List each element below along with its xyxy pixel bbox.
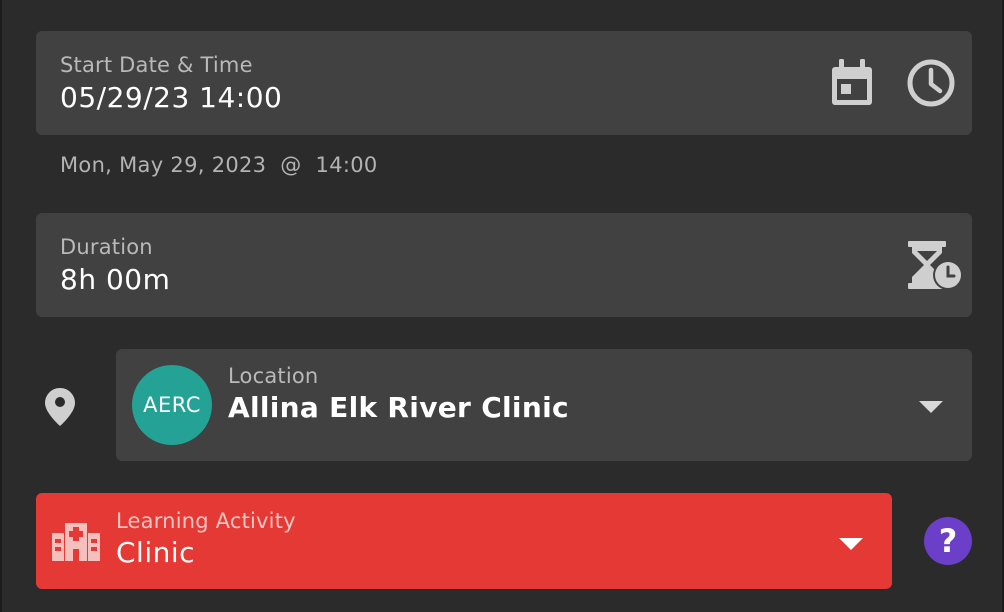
learning-activity-label: Learning Activity bbox=[116, 509, 296, 533]
location-avatar: AERC bbox=[132, 365, 212, 445]
start-datetime-value: 05/29/23 14:00 bbox=[60, 81, 283, 114]
learning-activity-field[interactable]: Learning Activity Clinic bbox=[36, 493, 892, 589]
duration-field[interactable]: Duration 8h 00m bbox=[36, 213, 972, 317]
learning-activity-value: Clinic bbox=[116, 536, 196, 569]
start-datetime-helper: Mon, May 29, 2023 @ 14:00 bbox=[60, 153, 378, 177]
calendar-icon[interactable] bbox=[830, 59, 874, 107]
help-button[interactable]: ? bbox=[924, 517, 972, 565]
location-pin-icon bbox=[45, 388, 75, 426]
hourglass-clock-icon[interactable] bbox=[906, 239, 964, 291]
location-field[interactable]: AERC Location Allina Elk River Clinic bbox=[116, 349, 972, 461]
hospital-icon bbox=[52, 523, 100, 561]
location-dropdown-icon[interactable] bbox=[919, 401, 943, 413]
location-label: Location bbox=[228, 364, 319, 388]
start-datetime-label: Start Date & Time bbox=[60, 53, 253, 77]
learning-activity-dropdown-icon[interactable] bbox=[839, 538, 863, 550]
start-datetime-field[interactable]: Start Date & Time 05/29/23 14:00 bbox=[36, 31, 972, 135]
duration-label: Duration bbox=[60, 235, 153, 259]
clock-icon[interactable] bbox=[906, 58, 956, 108]
duration-value: 8h 00m bbox=[60, 263, 171, 296]
location-value: Allina Elk River Clinic bbox=[228, 391, 569, 424]
form-panel: Start Date & Time 05/29/23 14:00 Mon, Ma… bbox=[0, 0, 1004, 612]
